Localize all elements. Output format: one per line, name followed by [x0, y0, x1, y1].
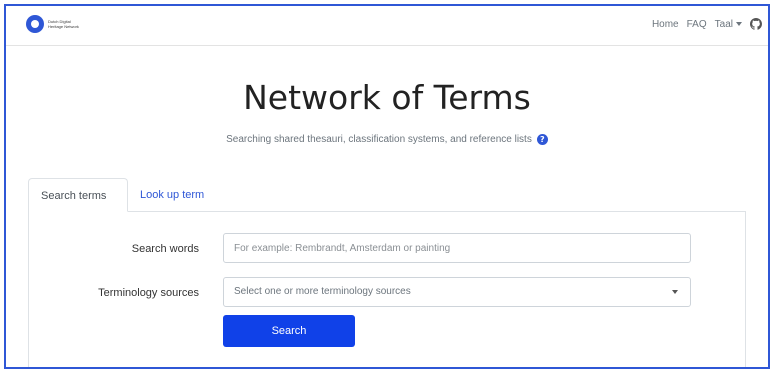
chevron-down-icon [672, 290, 678, 294]
terminology-sources-select[interactable]: Select one or more terminology sources [223, 277, 691, 307]
logo[interactable]: Dutch Digital Heritage Network [26, 15, 82, 33]
language-label: Taal [714, 18, 733, 30]
language-dropdown[interactable]: Taal [715, 19, 742, 30]
sources-placeholder: Select one or more terminology sources [234, 286, 411, 297]
page-subtitle: Searching shared thesauri, classificatio… [6, 134, 768, 145]
page-title: Network of Terms [243, 78, 531, 117]
github-icon[interactable] [750, 18, 762, 30]
search-panel: Search words Terminology sources Select … [28, 211, 746, 367]
nav-link-faq[interactable]: FAQ [687, 19, 707, 30]
tab-look-up-term[interactable]: Look up term [128, 178, 216, 212]
subtitle-text: Searching shared thesauri, classificatio… [226, 134, 532, 145]
logo-text: Dutch Digital Heritage Network [48, 19, 79, 29]
search-button[interactable]: Search [223, 315, 355, 347]
info-icon[interactable]: ? [536, 134, 548, 145]
nav-links: Home FAQ Taal [652, 18, 762, 30]
navbar: Dutch Digital Heritage Network Home FAQ … [6, 6, 768, 46]
search-input[interactable] [223, 233, 691, 263]
nav-link-home[interactable]: Home [652, 19, 679, 30]
logo-icon [26, 15, 44, 33]
tab-search-terms[interactable]: Search terms [28, 178, 128, 212]
app-window: Dutch Digital Heritage Network Home FAQ … [4, 4, 770, 369]
terminology-sources-label: Terminology sources [98, 287, 199, 299]
search-words-label: Search words [131, 243, 199, 255]
tab-bar: Search terms Look up term [28, 178, 746, 212]
chevron-down-icon [736, 22, 742, 26]
